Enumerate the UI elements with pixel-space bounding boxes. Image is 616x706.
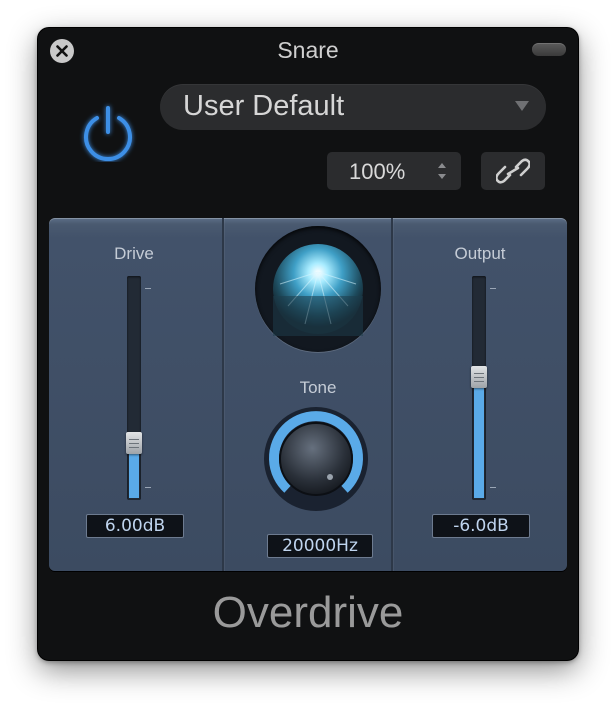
tone-value-field[interactable]: 20000Hz xyxy=(267,534,373,558)
output-slider[interactable] xyxy=(471,276,487,500)
link-icon xyxy=(496,158,530,184)
drive-value-field[interactable]: 6.00dB xyxy=(86,514,184,538)
level-meter xyxy=(255,226,381,352)
panel-divider xyxy=(222,218,224,571)
drive-tick xyxy=(145,288,151,289)
panel-divider xyxy=(391,218,393,571)
drive-tick xyxy=(145,487,151,488)
controls-panel: Drive 6.00dB Tone 20000Hz Output -6.0dB xyxy=(49,218,567,571)
output-label: Output xyxy=(454,244,506,263)
output-fill xyxy=(474,377,484,498)
drive-slider-thumb[interactable] xyxy=(126,432,142,454)
preset-label: User Default xyxy=(183,90,345,122)
tone-label: Tone xyxy=(299,378,337,397)
output-tick xyxy=(490,487,496,488)
link-button[interactable] xyxy=(481,152,545,190)
tone-knob[interactable] xyxy=(261,404,371,514)
drive-label: Drive xyxy=(114,244,154,263)
preset-dropdown[interactable]: User Default xyxy=(160,84,546,130)
output-value-field[interactable]: -6.0dB xyxy=(432,514,530,538)
zoom-value: 100% xyxy=(349,159,406,184)
chevron-down-icon xyxy=(515,101,529,111)
output-slider-thumb[interactable] xyxy=(471,366,487,388)
toolbar-toggle-button[interactable] xyxy=(532,43,566,56)
zoom-select[interactable]: 100% xyxy=(327,152,461,190)
output-tick xyxy=(490,288,496,289)
drive-slider[interactable] xyxy=(126,276,142,500)
window-title: Snare xyxy=(277,37,339,63)
power-icon xyxy=(84,106,132,162)
plugin-window: Snare User Default 100% Drive 6.00dB Ton… xyxy=(38,28,578,660)
stepper-icon xyxy=(438,163,446,179)
power-button[interactable] xyxy=(78,102,138,162)
plugin-name: Overdrive xyxy=(212,588,404,637)
